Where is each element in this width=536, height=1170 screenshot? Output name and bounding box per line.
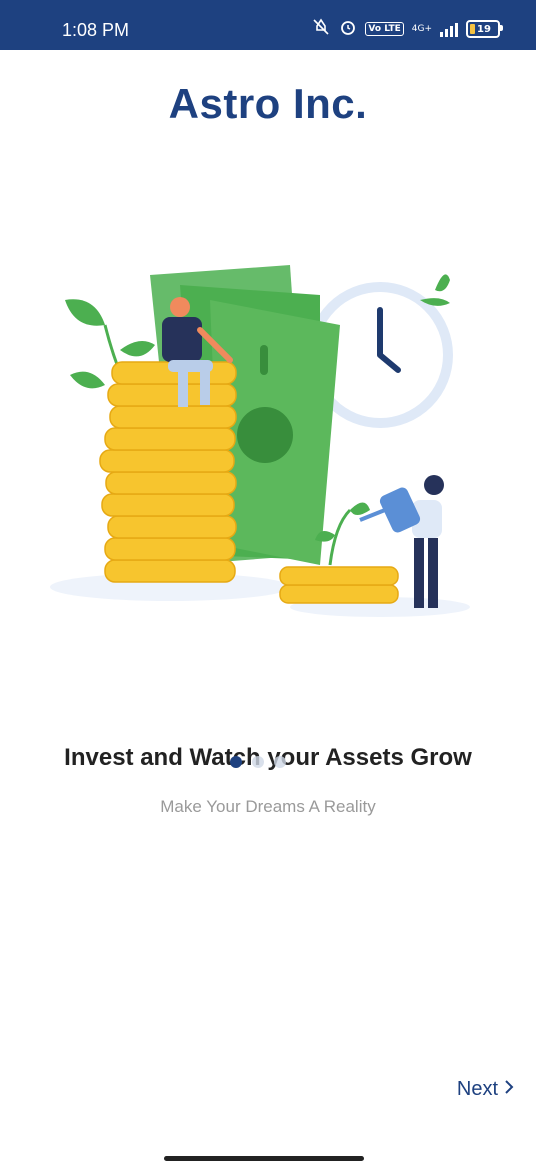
page-dot[interactable]	[252, 756, 264, 768]
investment-illustration	[50, 265, 470, 617]
battery-icon: 19	[466, 20, 503, 38]
status-time: 1:08 PM	[62, 20, 130, 40]
page-dot[interactable]	[274, 756, 286, 768]
page-dot-active[interactable]	[230, 756, 242, 768]
page-indicator	[230, 756, 286, 768]
battery-level: 19	[477, 23, 491, 35]
status-bar: 1:08 PM Vo LTE 4G+ 19	[0, 0, 536, 50]
alarm-icon	[339, 18, 357, 40]
chevron-right-icon	[504, 1078, 514, 1101]
mute-icon	[311, 18, 331, 40]
onboarding-subtitle: Make Your Dreams A Reality	[160, 797, 376, 816]
status-icons: Vo LTE 4G+ 19	[311, 18, 503, 40]
volte-icon: Vo LTE	[365, 22, 404, 36]
brand-title: Astro Inc.	[168, 80, 368, 127]
signal-icon	[440, 21, 458, 37]
home-indicator[interactable]	[164, 1156, 364, 1161]
next-label: Next	[456, 1078, 498, 1100]
next-button[interactable]: Next	[457, 1078, 514, 1101]
network-type: 4G+	[411, 24, 432, 34]
